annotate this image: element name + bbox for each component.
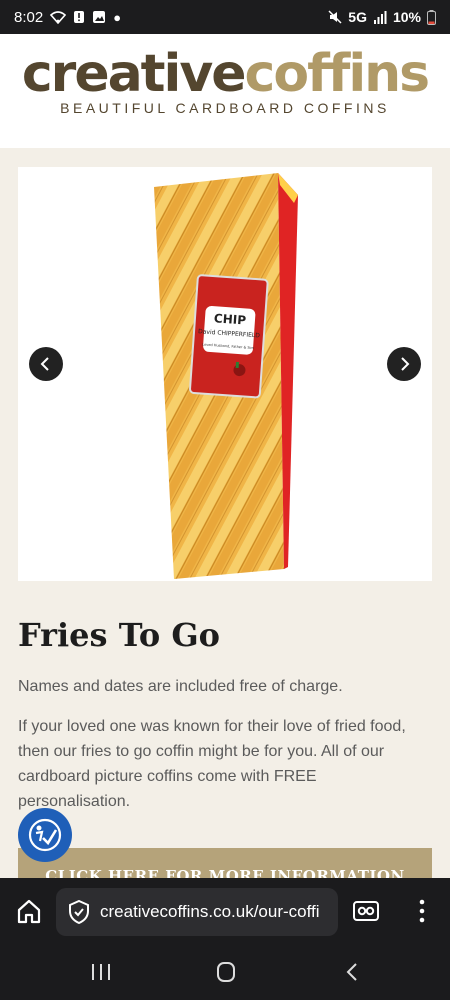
logo-text-coffins: coffins: [244, 44, 431, 104]
image-icon: [93, 11, 106, 23]
network-type: 5G: [348, 9, 367, 25]
system-nav-bar: [0, 944, 450, 1000]
packet-brand-text: CHIP: [213, 311, 246, 327]
nav-home-icon[interactable]: [211, 960, 241, 984]
site-logo[interactable]: creativecoffins: [0, 42, 450, 106]
browser-toolbar: creativecoffins.co.uk/our-coffi: [0, 878, 450, 944]
tabs-icon[interactable]: [352, 899, 380, 923]
notification-dot-icon: ●: [113, 9, 122, 25]
product-image-gallery: CHIP David CHIPPERFIELD Loved Husband, F…: [18, 167, 432, 581]
recents-icon[interactable]: [86, 960, 116, 984]
site-tagline: BEAUTIFUL CARDBOARD COFFINS: [60, 100, 390, 116]
gallery-next-button[interactable]: [387, 347, 421, 381]
chevron-left-icon: [40, 357, 49, 371]
accessibility-icon: [28, 818, 62, 852]
more-icon[interactable]: [414, 896, 430, 926]
home-icon[interactable]: [14, 896, 44, 926]
status-bar: 8:02 ● 5G 10%: [0, 0, 450, 34]
product-intro: Names and dates are included free of cha…: [18, 678, 343, 695]
logo-text-creative: creative: [21, 44, 247, 104]
product-image: CHIP David CHIPPERFIELD Loved Husband, F…: [146, 167, 306, 581]
main-content: CHIP David CHIPPERFIELD Loved Husband, F…: [0, 148, 450, 894]
battery-percent: 10%: [392, 9, 421, 25]
address-bar[interactable]: creativecoffins.co.uk/our-coffi: [56, 888, 338, 936]
accessibility-button[interactable]: [18, 808, 72, 862]
product-description: If your loved one was known for their lo…: [18, 718, 406, 810]
back-icon[interactable]: [338, 960, 368, 984]
wifi-icon: [50, 10, 67, 24]
gallery-prev-button[interactable]: [29, 347, 63, 381]
site-header: creativecoffins BEAUTIFUL CARDBOARD COFF…: [0, 34, 450, 148]
shield-icon[interactable]: [68, 900, 90, 924]
signal-icon: [373, 10, 387, 24]
status-time: 8:02: [14, 8, 44, 26]
battery-icon: [427, 9, 436, 25]
alert-icon: [74, 11, 85, 23]
url-text: creativecoffins.co.uk/our-coffi: [100, 902, 320, 921]
product-title: Fries To Go: [18, 616, 220, 654]
chevron-right-icon: [401, 357, 410, 371]
mute-icon: [328, 10, 342, 24]
